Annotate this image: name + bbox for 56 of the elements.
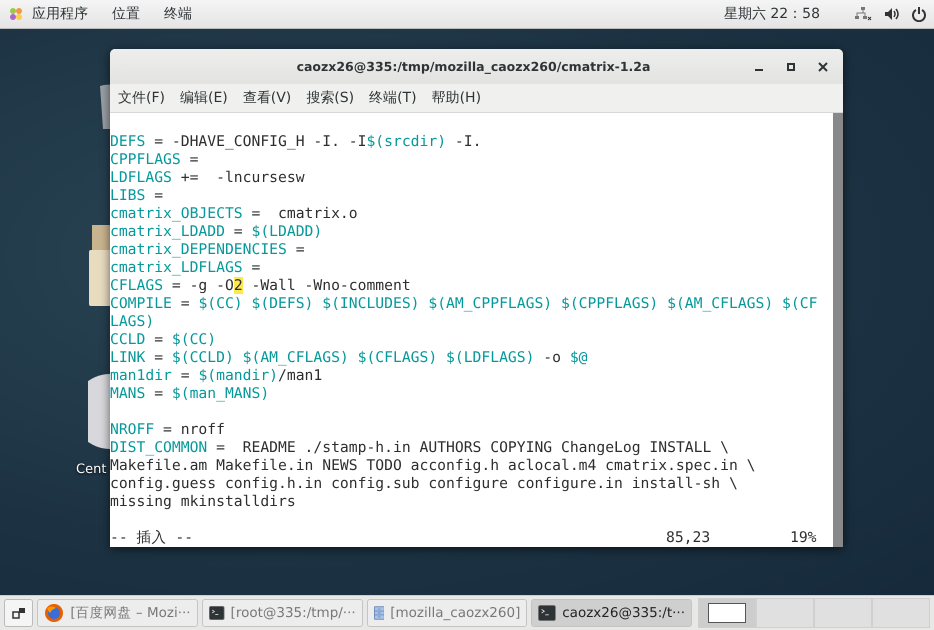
scroll-percent: 19%: [790, 529, 817, 547]
code-line: cmatrix_LDFLAGS =: [110, 259, 262, 277]
code-line: MANS = $(man_MANS): [110, 385, 270, 403]
code-line: NROFF = nroff: [110, 421, 226, 439]
minimize-icon: [755, 68, 763, 70]
code-line: LINK = $(CCLD) $(AM_CFLAGS) $(CFLAGS) $(LDFLAGS) -o $@: [110, 349, 589, 367]
show-desktop-button[interactable]: [4, 599, 34, 627]
code-line: CPPFLAGS =: [110, 151, 200, 169]
code-line: LIBS =: [110, 187, 164, 205]
code-line: CFLAGS = -g -O2 -Wall -Wno-comment: [110, 277, 412, 295]
menu-item[interactable]: 搜索(S): [301, 89, 360, 107]
show-desktop-icon: [12, 606, 26, 620]
code-line: missing mkinstalldirs: [110, 493, 297, 511]
code-line: config.guess config.h.in config.sub configure configure.in install-sh \: [110, 475, 739, 493]
menu-item[interactable]: 文件(F): [113, 89, 170, 107]
menu-item[interactable]: 终端(T): [364, 89, 422, 107]
menu-item[interactable]: 帮助(H): [426, 89, 486, 107]
workspace-thumbnail[interactable]: [872, 598, 930, 628]
code-line: DIST_COMMON = README ./stamp-h.in AUTHORS COPYING ChangeLog INSTALL \: [110, 439, 730, 457]
code-line: COMPILE = $(CC) $(DEFS) $(INCLUDES) $(AM_CPPFLAGS) $(CPPFLAGS) $(AM_CFLAGS) $(CF: [110, 295, 818, 313]
code-line: LDFLAGS += -lncursesw: [110, 169, 306, 187]
top-menu[interactable]: 位置: [104, 5, 156, 23]
workspace-thumbnail[interactable]: [698, 598, 756, 628]
code-line: Makefile.am Makefile.in NEWS TODO acconfig.h aclocal.m4 cmatrix.spec.in \: [110, 457, 757, 475]
code-line: LAGS): [110, 313, 156, 331]
taskbar-button[interactable]: [root@335:/tmp/···: [202, 599, 363, 627]
desktop-icon-label[interactable]: Cent: [76, 462, 106, 477]
mode-indicator: -- 插入 --: [110, 529, 194, 547]
code-line: CCLD = $(CC): [110, 331, 218, 349]
workspace-thumbnail[interactable]: [814, 598, 872, 628]
cursor-position: 85,23: [666, 529, 712, 547]
volume-icon[interactable]: [884, 6, 900, 22]
network-icon[interactable]: [854, 6, 872, 22]
top-menu[interactable]: 终端: [156, 5, 208, 23]
code-line: cmatrix_DEPENDENCIES =: [110, 241, 306, 259]
code-line: cmatrix_OBJECTS = cmatrix.o: [110, 205, 359, 223]
clock[interactable]: 星期六 22：58: [724, 5, 820, 23]
close-icon: [818, 62, 828, 72]
code-line: cmatrix_LDADD = $(LDADD): [110, 223, 324, 241]
taskbar-button[interactable]: [百度网盘 – Mozi···: [37, 599, 198, 627]
terminal-icon: [538, 604, 556, 622]
menu-item[interactable]: 编辑(E): [174, 89, 233, 107]
code-line: man1dir = $(mandir)/man1: [110, 367, 324, 385]
browser-icon: [44, 603, 64, 623]
scrollbar[interactable]: [833, 113, 843, 547]
menu-item[interactable]: 查看(V): [238, 89, 296, 107]
taskbar-button[interactable]: caozx26@335:/t···: [531, 599, 692, 627]
window-title: caozx26@335:/tmp/mozilla_caozx260/cmatrix-1.2a: [296, 59, 652, 74]
maximize-icon: [786, 62, 796, 72]
taskbar-button[interactable]: [mozilla_caozx260]: [366, 599, 528, 627]
power-icon[interactable]: [912, 6, 926, 22]
terminal-icon: [209, 604, 225, 622]
workspace-thumbnail[interactable]: [756, 598, 814, 628]
code-line: DEFS = -DHAVE_CONFIG_H -I. -I$(srcdir) -I.: [110, 133, 482, 151]
app-logo-icon[interactable]: [8, 6, 24, 22]
top-menu[interactable]: 应用程序: [24, 5, 104, 23]
